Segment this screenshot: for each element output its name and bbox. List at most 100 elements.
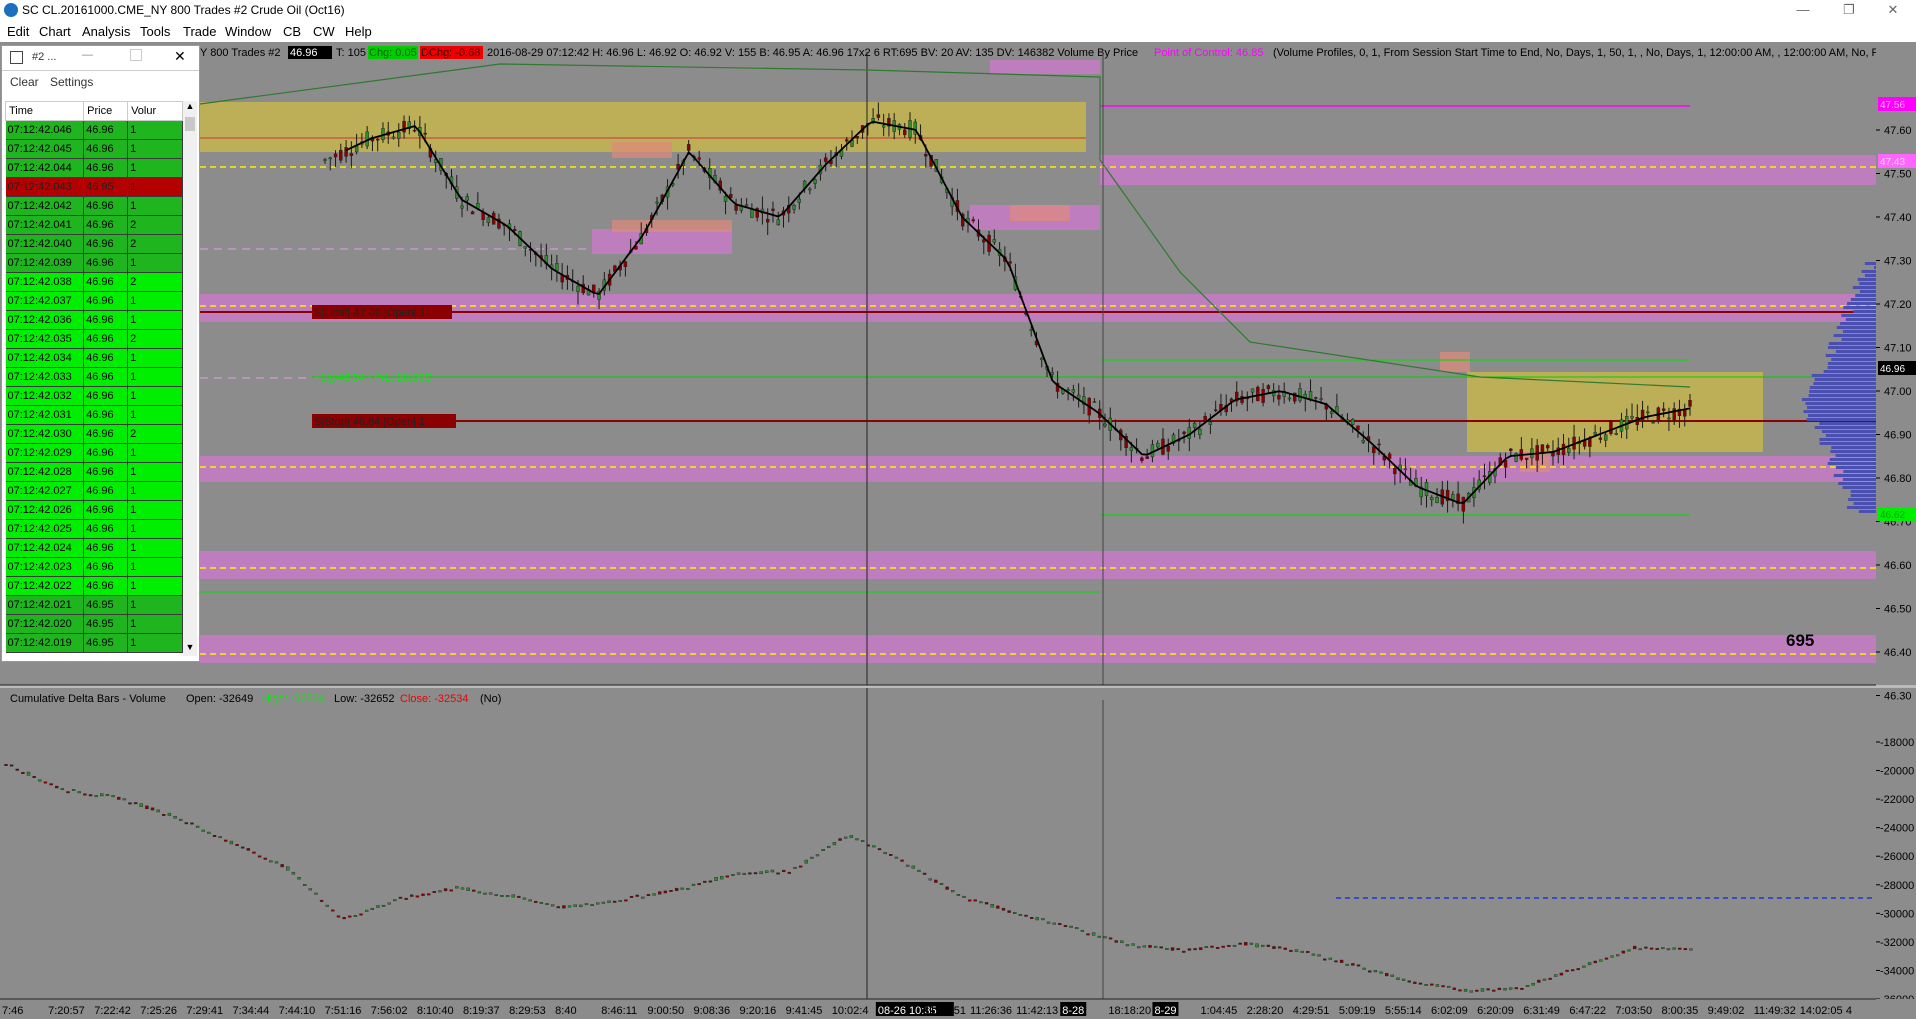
delta-bar bbox=[990, 904, 994, 908]
tas-row[interactable]: 07:12:42.044 46.96 1 bbox=[5, 158, 183, 178]
candle bbox=[1319, 398, 1323, 400]
profile-bar bbox=[1805, 402, 1876, 405]
column-price[interactable]: Price bbox=[83, 101, 129, 121]
tas-cell-vol: 1 bbox=[127, 348, 183, 368]
limit-order-label[interactable]: S|Limit| 47.09 |Open| 1 bbox=[314, 307, 426, 319]
candle bbox=[328, 157, 332, 160]
column-time[interactable]: Time bbox=[4, 101, 85, 121]
menu-help[interactable]: Help bbox=[345, 24, 372, 39]
delta-bar bbox=[567, 905, 572, 908]
minimize-button[interactable]: — bbox=[1780, 0, 1826, 22]
delta-bar bbox=[1227, 944, 1231, 947]
candle bbox=[1683, 409, 1687, 417]
delta-bar bbox=[1683, 948, 1688, 951]
delta-bar bbox=[1221, 945, 1225, 948]
settings-button[interactable]: Settings bbox=[50, 75, 93, 89]
tas-row[interactable]: 07:12:42.034 46.96 1 bbox=[5, 348, 183, 368]
delta-bar bbox=[1475, 989, 1479, 992]
delta-bar bbox=[364, 909, 369, 912]
position-label[interactable]: +1@46.94 | P/L: 20.00C bbox=[314, 372, 432, 384]
tas-row[interactable]: 07:12:42.037 46.96 1 bbox=[5, 291, 183, 311]
delta-bar bbox=[804, 859, 808, 864]
close-button[interactable]: ✕ bbox=[1870, 0, 1916, 22]
tas-row[interactable]: 07:12:42.027 46.96 1 bbox=[5, 481, 183, 501]
candle bbox=[1250, 388, 1255, 393]
tas-maximize-button[interactable] bbox=[130, 49, 142, 61]
price-tick: 47.00 bbox=[1884, 386, 1912, 398]
delta-bar bbox=[376, 905, 380, 908]
tas-row[interactable]: 07:12:42.021 46.95 1 bbox=[5, 595, 183, 615]
candle bbox=[1356, 425, 1360, 431]
restore-button[interactable]: ❐ bbox=[1826, 0, 1872, 22]
delta-bar bbox=[1604, 957, 1609, 960]
tas-row[interactable]: 07:12:42.036 46.96 1 bbox=[5, 310, 183, 330]
menu-tools[interactable]: Tools bbox=[140, 24, 170, 39]
tas-cell-time: 07:12:42.024 bbox=[5, 538, 85, 558]
tas-row[interactable]: 07:12:42.025 46.96 1 bbox=[5, 519, 183, 539]
tas-row[interactable]: 07:12:42.026 46.96 1 bbox=[5, 500, 183, 520]
time-and-sales-window[interactable]: #2 ... — ✕ Clear Settings Time Price Vol… bbox=[1, 45, 200, 662]
tas-row[interactable]: 07:12:42.041 46.96 2 bbox=[5, 215, 183, 235]
menu-trade[interactable]: Trade bbox=[183, 24, 216, 39]
tas-row[interactable]: 07:12:42.023 46.96 1 bbox=[5, 557, 183, 577]
delta-bar bbox=[15, 768, 19, 771]
tas-row[interactable]: 07:12:42.031 46.96 1 bbox=[5, 405, 183, 425]
tas-row[interactable]: 07:12:42.043 46.95 1 bbox=[5, 177, 183, 197]
tas-row[interactable]: 07:12:42.040 46.96 2 bbox=[5, 234, 183, 254]
tas-scrollbar[interactable]: ▲ ▼ bbox=[183, 101, 197, 656]
price-chart[interactable]: Y 800 Trades #2 46.96 T: 105 Chg: 0.05 D… bbox=[0, 42, 1916, 1019]
tas-close-button[interactable]: ✕ bbox=[174, 48, 186, 65]
delta-bar bbox=[302, 884, 307, 886]
profile-bar bbox=[1864, 274, 1876, 277]
profile-bar bbox=[1830, 450, 1876, 453]
tas-minimize-button[interactable]: — bbox=[82, 49, 93, 61]
delta-bar bbox=[1554, 974, 1558, 977]
profile-bar bbox=[1852, 286, 1876, 289]
delta-bar bbox=[71, 788, 76, 791]
candle bbox=[655, 201, 659, 204]
tas-row[interactable]: 07:12:42.045 46.96 1 bbox=[5, 139, 183, 159]
candle bbox=[376, 139, 380, 141]
tas-row[interactable]: 07:12:42.042 46.96 1 bbox=[5, 196, 183, 216]
candle bbox=[750, 208, 754, 218]
delta-bar bbox=[843, 836, 848, 839]
delta-bar bbox=[674, 887, 679, 892]
candle bbox=[1182, 431, 1186, 434]
tas-row[interactable]: 07:12:42.035 46.96 2 bbox=[5, 329, 183, 349]
tas-row[interactable]: 07:12:42.038 46.96 2 bbox=[5, 272, 183, 292]
tas-row[interactable]: 07:12:42.020 46.95 1 bbox=[5, 614, 183, 634]
tas-row[interactable]: 07:12:42.028 46.96 1 bbox=[5, 462, 183, 482]
delta-bar bbox=[1644, 946, 1648, 949]
candle bbox=[1567, 447, 1571, 453]
column-volume[interactable]: Volur bbox=[127, 101, 183, 121]
delta-bar bbox=[1542, 978, 1547, 981]
menu-window[interactable]: Window bbox=[225, 24, 271, 39]
delta-bar bbox=[66, 791, 70, 794]
menu-chart[interactable]: Chart bbox=[39, 24, 71, 39]
tas-row[interactable]: 07:12:42.029 46.96 1 bbox=[5, 443, 183, 463]
delta-bar bbox=[421, 893, 425, 896]
delta-bar bbox=[432, 891, 436, 894]
delta-bar bbox=[1537, 979, 1541, 983]
candle bbox=[1651, 422, 1655, 424]
menu-analysis[interactable]: Analysis bbox=[82, 24, 130, 39]
menu-cw[interactable]: CW bbox=[313, 24, 335, 39]
tas-row[interactable]: 07:12:42.039 46.96 1 bbox=[5, 253, 183, 273]
tas-row[interactable]: 07:12:42.033 46.96 1 bbox=[5, 367, 183, 387]
stop-order-label[interactable]: S|Stop| 46.84 |Open| 1 bbox=[314, 416, 425, 428]
menu-cb[interactable]: CB bbox=[283, 24, 301, 39]
delta-bar bbox=[579, 904, 583, 908]
tas-row[interactable]: 07:12:42.046 46.96 1 bbox=[5, 120, 183, 140]
tas-cell-price: 46.96 bbox=[83, 405, 129, 425]
tas-row[interactable]: 07:12:42.019 46.95 1 bbox=[5, 633, 183, 653]
time-tick: 8:40 bbox=[555, 1005, 576, 1017]
delta-bar bbox=[1452, 987, 1457, 990]
tas-row[interactable]: 07:12:42.022 46.96 1 bbox=[5, 576, 183, 596]
delta-bar bbox=[883, 852, 887, 855]
clear-button[interactable]: Clear bbox=[10, 75, 39, 89]
tas-row[interactable]: 07:12:42.030 46.96 2 bbox=[5, 424, 183, 444]
delta-bar bbox=[139, 803, 143, 807]
tas-row[interactable]: 07:12:42.024 46.96 1 bbox=[5, 538, 183, 558]
menu-edit[interactable]: Edit bbox=[7, 24, 29, 39]
tas-row[interactable]: 07:12:42.032 46.96 1 bbox=[5, 386, 183, 406]
